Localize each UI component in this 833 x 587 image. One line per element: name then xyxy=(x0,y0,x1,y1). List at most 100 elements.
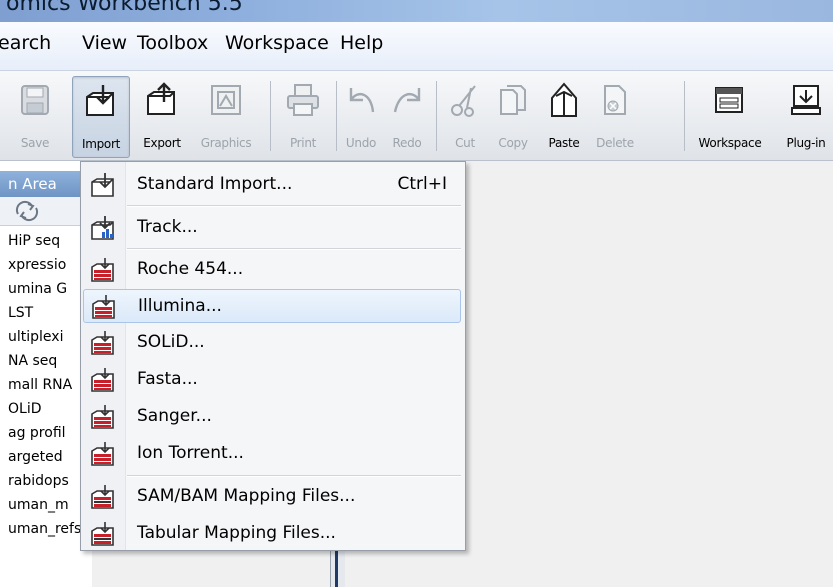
mapping-import-icon xyxy=(91,485,114,509)
import-icon xyxy=(86,85,114,116)
workspace-button[interactable]: Workspace xyxy=(690,76,770,156)
delete-button[interactable]: Delete xyxy=(590,76,640,156)
save-button[interactable]: Save xyxy=(10,76,60,156)
list-item[interactable]: mall RNA xyxy=(0,373,92,397)
list-item[interactable]: umina G xyxy=(0,277,92,301)
menu-item-label: Fasta... xyxy=(137,369,198,389)
workspace-label: Workspace xyxy=(698,136,762,150)
list-item[interactable]: ag profil xyxy=(0,421,92,445)
import-menu: Standard Import... Ctrl+I Track... Roche… xyxy=(80,161,466,551)
plugin-label: Plug-in xyxy=(786,136,826,150)
menu-item-label: Track... xyxy=(137,217,198,237)
window-title: omics Workbench 5.5 xyxy=(6,0,243,16)
standard-import-icon xyxy=(91,173,114,197)
menu-view[interactable]: View xyxy=(82,32,127,54)
list-item[interactable]: uman_m xyxy=(0,493,92,517)
navigation-area-header: n Area xyxy=(0,171,92,197)
redo-icon xyxy=(393,88,421,113)
menu-item-label: Sanger... xyxy=(137,406,212,426)
menu-item-illumina[interactable]: Illumina... xyxy=(83,289,461,323)
ngs-import-icon xyxy=(92,295,115,319)
title-bar: omics Workbench 5.5 xyxy=(0,0,833,22)
menu-item-label: Standard Import... xyxy=(137,174,293,194)
undo-label: Undo xyxy=(345,136,377,150)
export-label: Export xyxy=(143,136,181,150)
menu-item-label: Roche 454... xyxy=(137,259,244,279)
navigation-tree: HiP seq xpressio umina G LST ultiplexi N… xyxy=(0,229,92,541)
track-import-icon xyxy=(91,216,114,240)
toolbar-separator xyxy=(436,81,437,151)
ngs-import-icon xyxy=(91,442,114,466)
menu-item-label: Illumina... xyxy=(138,296,222,316)
menu-item-solid[interactable]: SOLiD... xyxy=(83,326,461,360)
paste-label: Paste xyxy=(548,136,580,150)
copy-icon xyxy=(500,85,526,115)
menu-item-shortcut: Ctrl+I xyxy=(397,174,447,194)
print-button[interactable]: Print xyxy=(276,76,330,156)
list-item[interactable]: uman_refseq xyxy=(0,517,92,541)
menu-workspace[interactable]: Workspace xyxy=(225,32,329,54)
menu-item-track[interactable]: Track... xyxy=(83,211,461,245)
menu-help[interactable]: Help xyxy=(340,32,383,54)
menu-bar: earch View Toolbox Workspace Help xyxy=(0,22,833,71)
ngs-import-icon xyxy=(91,258,114,282)
list-item[interactable]: NA seq xyxy=(0,349,92,373)
copy-button[interactable]: Copy xyxy=(490,76,536,156)
navigation-panel: n Area HiP seq xpressio umina G LST ulti… xyxy=(0,161,92,587)
undo-icon xyxy=(349,88,375,113)
list-item[interactable]: HiP seq xyxy=(0,229,92,253)
export-icon xyxy=(147,82,175,115)
menu-search[interactable]: earch xyxy=(0,32,51,54)
export-button[interactable]: Export xyxy=(136,76,188,156)
plugin-button[interactable]: Plug-in xyxy=(776,76,833,156)
menu-item-roche-454[interactable]: Roche 454... xyxy=(83,253,461,287)
copy-label: Copy xyxy=(498,136,528,150)
menu-item-label: Tabular Mapping Files... xyxy=(137,523,336,543)
menu-item-fasta[interactable]: Fasta... xyxy=(83,363,461,397)
menu-item-sanger[interactable]: Sanger... xyxy=(83,400,461,434)
import-button[interactable]: Import xyxy=(72,76,130,158)
menu-item-label: Ion Torrent... xyxy=(137,443,244,463)
toolbar-separator xyxy=(270,81,271,151)
cut-button[interactable]: Cut xyxy=(444,76,486,156)
menu-separator xyxy=(127,475,461,477)
navigation-toolbar xyxy=(0,197,92,226)
import-label: Import xyxy=(81,137,121,151)
menu-separator xyxy=(127,205,461,207)
graphics-button[interactable]: Graphics xyxy=(192,76,260,156)
ngs-import-icon xyxy=(91,368,114,392)
paste-button[interactable]: Paste xyxy=(540,76,588,156)
list-item[interactable]: LST xyxy=(0,301,92,325)
menu-item-sam-bam[interactable]: SAM/BAM Mapping Files... xyxy=(83,480,461,514)
menu-toolbox[interactable]: Toolbox xyxy=(137,32,208,54)
save-icon xyxy=(21,85,49,115)
cut-label: Cut xyxy=(455,136,475,150)
graphics-label: Graphics xyxy=(200,136,252,150)
refresh-icon[interactable] xyxy=(14,200,40,222)
undo-button[interactable]: Undo xyxy=(340,76,382,156)
menu-item-tabular-mapping[interactable]: Tabular Mapping Files... xyxy=(83,517,461,551)
workspace-icon xyxy=(715,87,743,113)
graphics-icon xyxy=(211,85,241,115)
menu-item-label: SOLiD... xyxy=(137,332,205,352)
redo-label: Redo xyxy=(392,136,422,150)
print-label: Print xyxy=(289,136,317,150)
toolbar: Save Import Export Graphics Print Undo R… xyxy=(0,71,833,161)
menu-item-label: SAM/BAM Mapping Files... xyxy=(137,486,356,506)
list-item[interactable]: xpressio xyxy=(0,253,92,277)
editor-area xyxy=(465,161,833,587)
menu-item-ion-torrent[interactable]: Ion Torrent... xyxy=(83,437,461,471)
menu-item-standard-import[interactable]: Standard Import... Ctrl+I xyxy=(83,168,461,202)
list-item[interactable]: rabidops xyxy=(0,469,92,493)
redo-button[interactable]: Redo xyxy=(386,76,428,156)
toolbar-separator xyxy=(336,81,337,151)
toolbar-separator xyxy=(684,81,685,151)
menu-separator xyxy=(127,248,461,250)
list-item[interactable]: OLiD xyxy=(0,397,92,421)
list-item[interactable]: ultiplexi xyxy=(0,325,92,349)
plugin-icon xyxy=(791,85,821,115)
print-icon xyxy=(287,84,319,116)
cut-icon xyxy=(451,85,476,117)
save-label: Save xyxy=(20,136,50,150)
list-item[interactable]: argeted xyxy=(0,445,92,469)
